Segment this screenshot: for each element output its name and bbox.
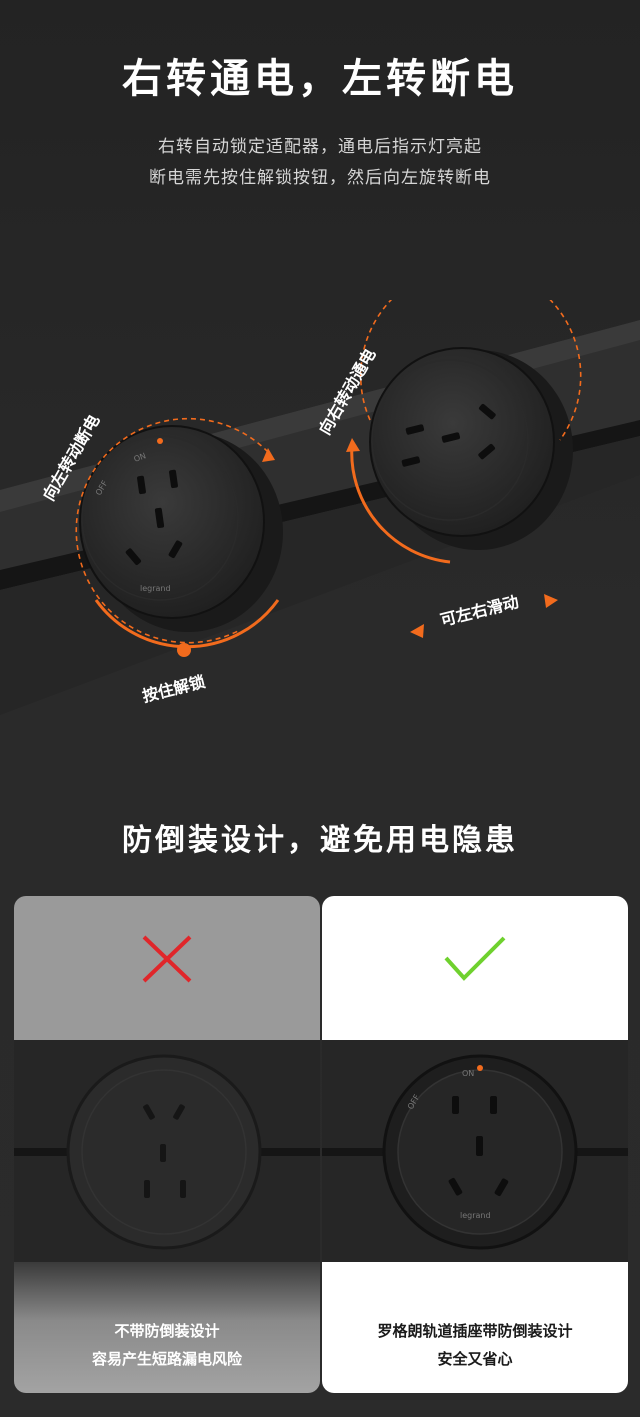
section-title: 防倒装设计，避免用电隐患 [122, 823, 518, 858]
label-unlock: 按住解锁 [140, 672, 207, 706]
subtitle-line-2: 断电需先按住解锁按钮，然后向左旋转断电 [149, 168, 491, 188]
page-title: 右转通电，左转断电 [122, 56, 518, 102]
compare-card-bad: 不带防倒装设计 容易产生短路漏电风险 [14, 896, 320, 1393]
check-icon [444, 936, 506, 981]
bad-caption-line-2: 容易产生短路漏电风险 [91, 1350, 242, 1368]
subtitle-line-1: 右转自动锁定适配器，通电后指示灯亮起 [158, 137, 482, 157]
rail-illustration: ON OFF legrand 向左转动断电 向右转动通电 按住解锁 可左右滑动 [0, 264, 640, 715]
good-caption-line-1: 罗格朗轨道插座带防倒装设计 [377, 1322, 573, 1340]
socket-brand-good: legrand [460, 1211, 491, 1220]
product-scene: ON OFF legrand 向左转动断电 向右转动通电 按住解锁 可左右滑动 [0, 264, 640, 770]
label-slide: 可左右滑动 [438, 592, 520, 630]
socket-on-mark-good: ON [462, 1069, 474, 1078]
socket-image-bad [14, 1040, 320, 1262]
compare-card-good: ON OFF legrand 罗格朗轨道插座带防倒装设计 安全又省心 [322, 896, 628, 1393]
good-caption-line-2: 安全又省心 [437, 1350, 513, 1368]
bad-caption-line-1: 不带防倒装设计 [114, 1322, 220, 1340]
cross-icon [142, 935, 192, 983]
socket-brand: legrand [140, 584, 171, 593]
socket-image-good: ON OFF legrand [322, 1040, 628, 1262]
unlock-button-dot [177, 643, 191, 657]
